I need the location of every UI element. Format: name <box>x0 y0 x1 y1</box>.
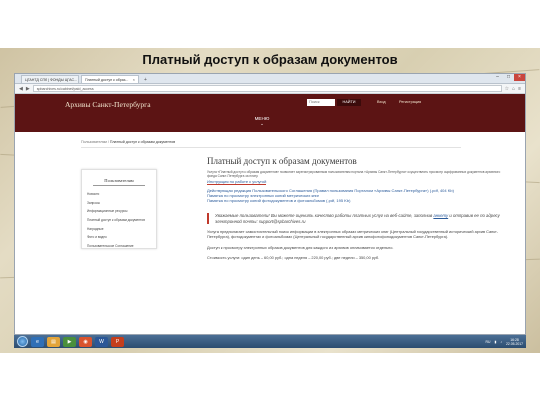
minimize-icon[interactable]: – <box>492 74 503 81</box>
taskbar: e ▤ ▶ ◉ W P RU ▮ ♪ 16:28 22.05.2017 <box>14 335 526 348</box>
language-indicator[interactable]: RU <box>486 340 491 344</box>
chevron-down-icon: ⌄ <box>260 121 264 126</box>
search-button[interactable]: НАЙТИ <box>337 99 361 106</box>
notice-text: Уважаемые пользователи! Вы можете оценит… <box>215 213 433 218</box>
media-icon[interactable]: ▶ <box>63 336 76 347</box>
powerpoint-icon[interactable]: P <box>111 336 124 347</box>
star-icon[interactable]: ☆ <box>505 86 509 92</box>
page-title: Платный доступ к образам документов <box>207 156 357 166</box>
price-text: Стоимость услуги: один день – 60,00 руб.… <box>207 255 380 261</box>
start-button[interactable] <box>17 336 28 347</box>
breadcrumb-parent[interactable]: Пользователям <box>81 140 107 144</box>
register-link[interactable]: Регистрация <box>399 100 421 104</box>
date: 22.05.2017 <box>506 341 523 346</box>
tab-bar: ЦГАНТД СПб | ФОНДЫ ЦГАС... × Платный дос… <box>15 74 525 84</box>
notice-box: Уважаемые пользователи! Вы можете оценит… <box>207 213 507 224</box>
address-bar: ◀ ▶ spbarchives.ru/cabinet/paid_access ☆… <box>15 84 525 94</box>
menu-button[interactable]: МЕНЮ ⌄ <box>247 112 277 130</box>
home-icon[interactable]: ⌂ <box>512 86 515 92</box>
forward-icon[interactable]: ▶ <box>26 86 30 92</box>
browser-tab-active[interactable]: Платный доступ к образ... × <box>81 75 139 83</box>
sidebar-item-awards[interactable]: Наградные <box>82 224 156 233</box>
divider <box>93 185 145 186</box>
menu-icon[interactable]: ≡ <box>518 86 521 92</box>
instruction-link[interactable]: Инструкция по работе с услугой <box>207 179 267 185</box>
sidebar-item-paid-access[interactable]: Платный доступ к образам документов <box>82 216 156 225</box>
sidebar-title: Пользователям <box>104 178 134 183</box>
photo-memo-link[interactable]: Памятка по просмотру копий фотодокументо… <box>207 198 507 203</box>
back-icon[interactable]: ◀ <box>19 86 23 92</box>
breadcrumb: Пользователям / Платный доступ к образам… <box>81 140 176 144</box>
window-controls: – □ × <box>492 74 525 83</box>
intro-text: Услуга «Платный доступ к образам докумен… <box>207 170 501 178</box>
login-link[interactable]: Вход <box>377 100 386 104</box>
survey-link[interactable]: анкету <box>433 213 448 218</box>
sidebar-item-requests[interactable]: Запросы <box>82 199 156 208</box>
tab-label: Платный доступ к образ... <box>85 77 129 82</box>
folder-icon[interactable]: ▤ <box>47 336 60 347</box>
sidebar-item-resources[interactable]: Информационные ресурсы <box>82 207 156 216</box>
search-input[interactable]: Поиск <box>307 99 335 106</box>
browser-window: ЦГАНТД СПб | ФОНДЫ ЦГАС... × Платный дос… <box>14 73 526 335</box>
new-tab-icon[interactable]: + <box>141 77 150 83</box>
service-description: Услуга предполагает самостоятельный поис… <box>207 229 499 239</box>
breadcrumb-current: Платный доступ к образам документов <box>109 140 176 144</box>
word-icon[interactable]: W <box>95 336 108 347</box>
tab-label: ЦГАНТД СПб | ФОНДЫ ЦГАС... <box>25 77 78 82</box>
firefox-icon[interactable]: ◉ <box>79 336 92 347</box>
access-note: Доступ к просмотру электронных образов д… <box>207 244 394 250</box>
system-tray: RU ▮ ♪ 16:28 22.05.2017 <box>486 338 523 346</box>
close-window-icon[interactable]: × <box>514 74 525 81</box>
sidebar-item-news[interactable]: Новости <box>82 190 156 199</box>
browser-tab[interactable]: ЦГАНТД СПб | ФОНДЫ ЦГАС... × <box>21 75 79 83</box>
main-content: Платный доступ к образам документов Услу… <box>207 156 507 261</box>
url-input[interactable]: spbarchives.ru/cabinet/paid_access <box>32 85 502 92</box>
sidebar-item-media[interactable]: Фото и видео <box>82 233 156 242</box>
slide-title: Платный доступ к образам документов <box>142 52 398 67</box>
sidebar: Пользователям Новости Запросы Информацио… <box>81 169 157 249</box>
volume-icon[interactable]: ♪ <box>500 340 502 344</box>
network-icon[interactable]: ▮ <box>494 340 496 344</box>
maximize-icon[interactable]: □ <box>503 74 514 81</box>
sidebar-item-agreement[interactable]: Пользовательское Соглашение <box>82 242 156 251</box>
ie-icon[interactable]: e <box>31 336 44 347</box>
clock[interactable]: 16:28 22.05.2017 <box>506 338 523 346</box>
close-icon[interactable]: × <box>133 77 135 82</box>
site-logo[interactable]: Архивы Санкт-Петербурга <box>65 100 151 109</box>
divider <box>81 147 461 148</box>
